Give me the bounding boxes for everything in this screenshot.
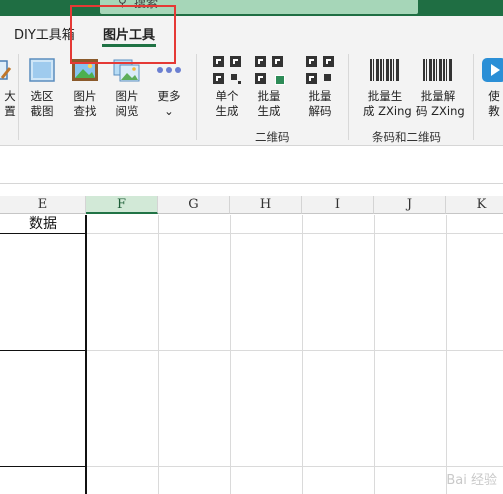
select-area-screenshot-button[interactable]: 选区 截图 (22, 56, 62, 119)
play-icon (482, 58, 503, 82)
tutorial-button[interactable]: 使 教 (480, 56, 503, 119)
barcode-icon (370, 59, 400, 81)
more-button[interactable]: 更多 ⌄ (149, 56, 189, 119)
group-label-barcode-qr: 条码和二维码 (372, 130, 441, 144)
group-separator (196, 54, 197, 140)
single-generate-button[interactable]: 单个 生成 (207, 56, 247, 119)
cell-border (85, 215, 87, 494)
annotation-highlight-box (70, 5, 176, 64)
column-header-f[interactable]: F (86, 196, 158, 214)
group-separator (18, 54, 19, 140)
batch-decode-button[interactable]: 批量 解码 (300, 56, 340, 119)
qr-code-icon (213, 56, 241, 84)
tab-diy-toolbox[interactable]: DIY工具箱 (14, 24, 75, 43)
qr-code-batch-icon (255, 56, 285, 85)
grid-line (86, 350, 503, 351)
group-label-qr: 二维码 (255, 130, 290, 144)
chevron-down-icon: ⌄ (164, 104, 174, 118)
grid-line (158, 215, 159, 494)
worksheet-grid[interactable] (0, 215, 503, 494)
screenshot-icon (29, 58, 55, 82)
watermark-text: Bai 经验 (446, 473, 497, 488)
grid-line (374, 215, 375, 494)
cell-border (0, 466, 86, 467)
column-header-j[interactable]: J (374, 196, 446, 214)
column-header-h[interactable]: H (230, 196, 302, 214)
column-header-e[interactable]: E (0, 196, 86, 214)
cell-border (0, 233, 86, 234)
batch-decode-zxing-button[interactable]: 批量解 码 ZXing (416, 56, 465, 119)
batch-generate-zxing-button[interactable]: 批量生 成 ZXing (363, 56, 412, 119)
image-browse-button[interactable]: 图片 阅览 (107, 56, 147, 119)
image-find-button[interactable]: 图片 查找 (65, 56, 105, 119)
grid-line (446, 215, 447, 494)
group-separator (473, 54, 474, 140)
cell-border (0, 350, 86, 351)
excel-window: ⚲ 搜索 DIY工具箱 图片工具 大 置 选区 截图 图片 查找 图片 阅览 更… (0, 0, 503, 494)
grid-line (230, 215, 231, 494)
qr-code-decode-icon (306, 56, 334, 84)
partial-left-button[interactable]: 大 置 (0, 56, 18, 119)
grid-line (86, 466, 503, 467)
column-header-g[interactable]: G (158, 196, 230, 214)
column-header-k[interactable]: K (446, 196, 503, 214)
formula-bar-area (0, 146, 503, 184)
grid-line (302, 215, 303, 494)
grid-line (86, 233, 503, 234)
column-header-i[interactable]: I (302, 196, 374, 214)
cell-e-header-data[interactable]: 数据 (0, 215, 86, 233)
batch-generate-button[interactable]: 批量 生成 (249, 56, 289, 119)
image-edit-icon (0, 60, 12, 80)
group-separator (348, 54, 349, 140)
barcode-decode-icon (423, 59, 453, 81)
